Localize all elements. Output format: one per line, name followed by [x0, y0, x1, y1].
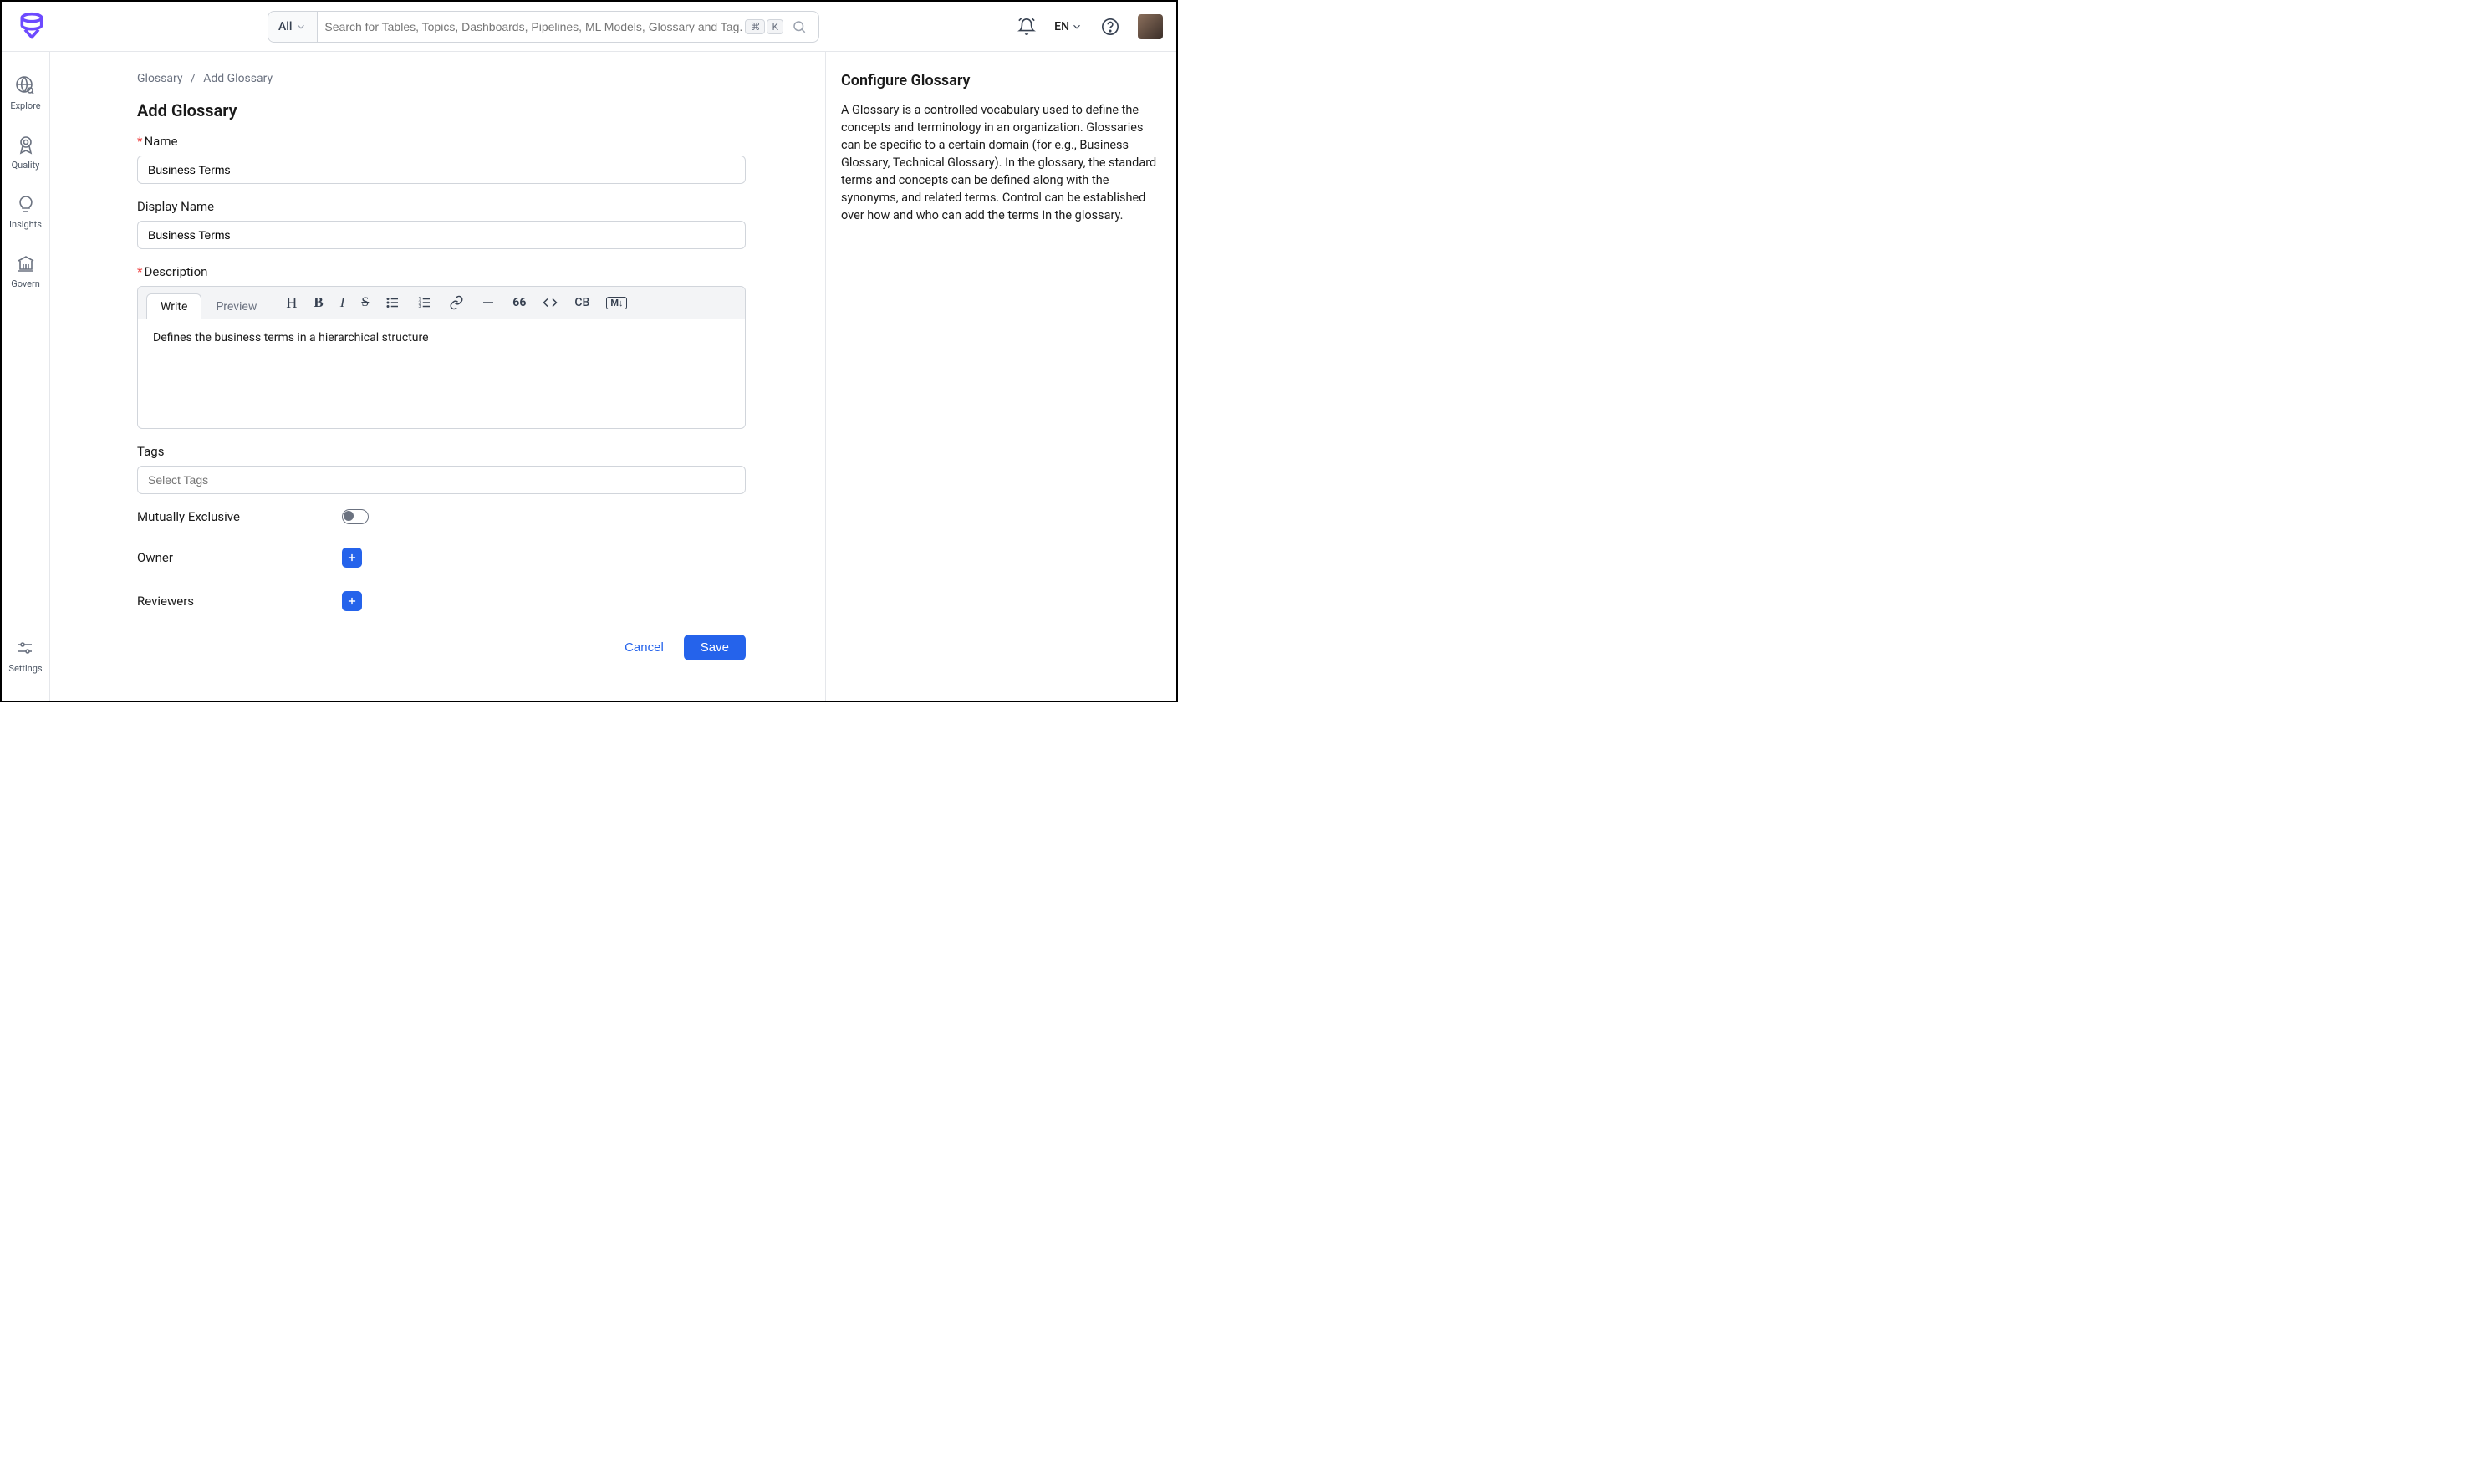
description-label: *Description	[137, 264, 746, 279]
ul-icon[interactable]	[385, 295, 400, 310]
name-label: *Name	[137, 134, 746, 149]
add-owner-button[interactable]	[342, 548, 362, 568]
description-editor: Write Preview H B I S 123	[137, 286, 746, 429]
globe-search-icon	[15, 75, 35, 95]
app-header: All ⌘ K EN	[2, 2, 1176, 52]
codeblock-icon[interactable]: CB	[574, 296, 589, 309]
help-icon[interactable]	[1101, 18, 1119, 36]
bold-icon[interactable]: B	[314, 294, 323, 311]
hr-icon[interactable]	[481, 295, 496, 310]
sidebar-item-label: Govern	[11, 278, 40, 289]
right-panel-title: Configure Glossary	[841, 72, 1165, 89]
sidebar-item-label: Insights	[9, 219, 42, 230]
name-input[interactable]	[137, 156, 746, 184]
kbd-k: K	[767, 19, 783, 34]
govern-icon	[16, 253, 36, 273]
right-panel-body: A Glossary is a controlled vocabulary us…	[841, 101, 1165, 224]
save-button[interactable]: Save	[684, 635, 746, 660]
user-avatar[interactable]	[1138, 14, 1163, 39]
breadcrumb: Glossary / Add Glossary	[137, 72, 746, 85]
editor-tab-preview[interactable]: Preview	[201, 293, 271, 319]
code-icon[interactable]	[543, 295, 558, 310]
sidebar-item-label: Quality	[12, 160, 40, 171]
quote-icon[interactable]: 66	[512, 296, 526, 309]
bulb-icon	[16, 194, 36, 214]
sidebar-item-explore[interactable]: Explore	[10, 67, 40, 126]
display-name-input[interactable]	[137, 221, 746, 249]
right-panel: Configure Glossary A Glossary is a contr…	[825, 52, 1176, 701]
ol-icon[interactable]: 123	[417, 295, 432, 310]
breadcrumb-root[interactable]: Glossary	[137, 72, 182, 85]
tags-label: Tags	[137, 444, 746, 459]
language-selector[interactable]: EN	[1054, 20, 1083, 33]
sidebar-item-settings[interactable]: Settings	[8, 630, 42, 689]
add-reviewers-button[interactable]	[342, 591, 362, 611]
search-input[interactable]	[324, 20, 743, 33]
strike-icon[interactable]: S	[361, 295, 369, 310]
mutually-exclusive-label: Mutually Exclusive	[137, 509, 342, 524]
page-title: Add Glossary	[137, 100, 746, 120]
global-search: All ⌘ K	[268, 11, 819, 43]
markdown-icon[interactable]: M↓	[606, 297, 627, 309]
badge-icon	[16, 135, 36, 155]
sliders-icon	[15, 638, 35, 658]
sidebar-item-label: Settings	[8, 663, 42, 674]
sidebar-item-govern[interactable]: Govern	[11, 245, 40, 304]
mutually-exclusive-toggle[interactable]	[342, 509, 369, 524]
sidebar-item-quality[interactable]: Quality	[12, 126, 40, 186]
sidebar-item-insights[interactable]: Insights	[9, 186, 42, 245]
bell-icon[interactable]	[1017, 18, 1036, 36]
link-icon[interactable]	[449, 295, 464, 310]
editor-tab-write[interactable]: Write	[146, 293, 201, 319]
chevron-down-icon	[1071, 21, 1083, 33]
display-name-label: Display Name	[137, 199, 746, 214]
heading-icon[interactable]: H	[286, 294, 297, 312]
owner-label: Owner	[137, 550, 342, 565]
breadcrumb-current: Add Glossary	[203, 72, 273, 85]
tags-input[interactable]	[137, 466, 746, 494]
sidebar: Explore Quality Insights Govern Settings	[2, 52, 50, 701]
search-icon	[792, 19, 807, 34]
app-logo[interactable]	[15, 10, 48, 43]
cancel-button[interactable]: Cancel	[625, 640, 664, 655]
svg-text:3: 3	[419, 304, 421, 309]
chevron-down-icon	[295, 21, 307, 33]
search-scope-dropdown[interactable]: All	[268, 12, 318, 42]
description-textarea[interactable]: Defines the business terms in a hierarch…	[138, 319, 745, 428]
sidebar-item-label: Explore	[10, 100, 40, 111]
kbd-cmd: ⌘	[745, 19, 765, 34]
reviewers-label: Reviewers	[137, 594, 342, 609]
italic-icon[interactable]: I	[340, 294, 345, 311]
